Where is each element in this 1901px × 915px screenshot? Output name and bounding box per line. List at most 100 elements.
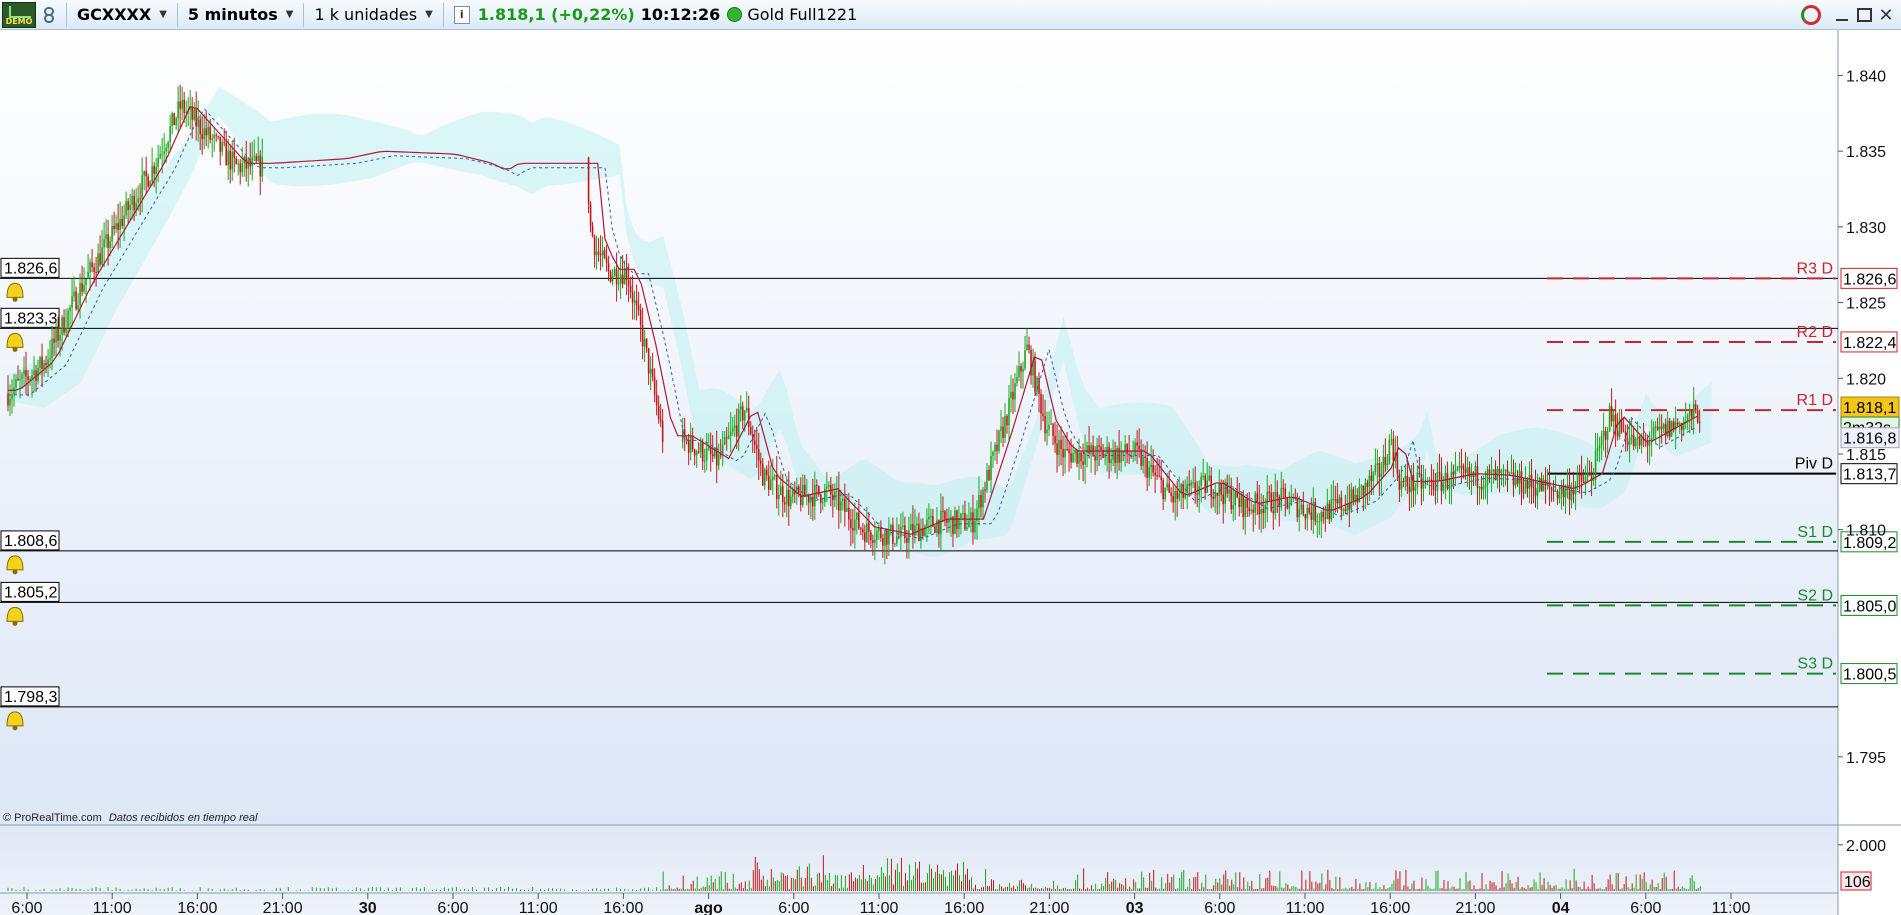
candle-body [1538, 478, 1541, 491]
price-chart[interactable]: 1.826,6 1.823,3 1.808,6 1.805,2 1.798,3 R3 D… [0, 30, 1901, 915]
candle-body [111, 225, 113, 242]
candle-body [1310, 512, 1313, 520]
candle-body [721, 444, 724, 456]
alert-label: 1.798,3 [4, 689, 57, 706]
candle-body [1280, 487, 1283, 508]
candle-body [157, 158, 159, 167]
candle-body [179, 101, 181, 109]
candle-body [1458, 466, 1461, 469]
candle-body [848, 507, 850, 520]
info-icon[interactable]: i [453, 5, 470, 24]
candle-body [1036, 377, 1038, 392]
candle-body [858, 512, 860, 529]
candle-body [1068, 449, 1070, 454]
candle-body [1580, 475, 1583, 482]
candle-body [904, 525, 906, 538]
candle-body [175, 118, 177, 126]
candle-body [791, 489, 794, 497]
candle-body [1248, 507, 1251, 512]
candle-body [611, 275, 614, 282]
window-controls: ✕ [1801, 0, 1897, 30]
units-dropdown[interactable]: 1 k unidades ▼ [308, 1, 438, 29]
candle-body [259, 155, 262, 177]
candle-body [1670, 421, 1673, 437]
candle-body [998, 430, 1000, 452]
candle-body [47, 359, 49, 365]
candle-body [1598, 445, 1601, 449]
candle-body [241, 163, 244, 173]
candle-body [1532, 486, 1535, 489]
pivot-name: R1 D [1797, 392, 1833, 409]
candle-body [51, 338, 53, 358]
candle-body [1308, 507, 1311, 513]
close-button[interactable]: ✕ [1875, 4, 1897, 26]
time-tick-label: 03 [1126, 900, 1144, 915]
candle-body [942, 510, 944, 512]
candle-body [1676, 422, 1679, 425]
candle-body [33, 370, 35, 376]
candle-body [193, 108, 195, 120]
candle-body [137, 198, 139, 203]
candle-body [1516, 477, 1519, 484]
candle-body [914, 525, 916, 536]
minimize-button[interactable] [1831, 4, 1853, 26]
candle-body [125, 201, 127, 216]
candle-body [1250, 509, 1253, 512]
candle-body [1576, 474, 1579, 485]
candle-body [852, 527, 854, 531]
candle-body [639, 310, 642, 325]
candle-body [1352, 489, 1355, 501]
candle-body [1260, 509, 1263, 515]
link-chain-icon[interactable] [38, 4, 60, 26]
candle-body [1188, 483, 1190, 486]
candle-body [1238, 497, 1241, 507]
refresh-icon[interactable] [1801, 5, 1821, 25]
time-tick-label: 11:00 [1286, 900, 1325, 915]
candle-body [635, 300, 638, 306]
candle-body [812, 496, 814, 507]
candle-body [1262, 509, 1265, 513]
candle-body [1192, 482, 1194, 484]
candle-body [115, 223, 117, 230]
candle-body [1038, 377, 1040, 394]
demo-label: DEMO [5, 16, 33, 26]
candle-body [1178, 493, 1180, 499]
candle-body [607, 263, 610, 272]
current-price-label: 1.818,1 [1843, 400, 1896, 417]
candle-body [828, 484, 830, 487]
candle-body [731, 428, 734, 432]
time-tick-label: 16:00 [944, 900, 984, 915]
time-tick-label: ago [694, 900, 723, 915]
candle-body [1408, 486, 1411, 492]
demo-chart-icon[interactable]: DEMO [2, 1, 36, 28]
candle-body [1476, 466, 1479, 488]
candle-body [1364, 482, 1367, 496]
candle-body [1366, 482, 1369, 487]
price-tick-label: 1.840 [1846, 68, 1886, 85]
candle-body [1302, 504, 1305, 515]
candle-body [691, 435, 694, 450]
candle-body [1442, 482, 1445, 491]
credit-note: Datos recibidos en tiempo real [109, 812, 258, 824]
candle-body [1288, 505, 1291, 509]
candle-body [1272, 510, 1275, 514]
instrument-name: Gold Full1221 [747, 5, 858, 24]
candle-body [1486, 469, 1489, 485]
candle-body [619, 274, 622, 284]
candle-body [1014, 383, 1016, 400]
candle-body [87, 271, 89, 279]
symbol-dropdown[interactable]: GCXXXX ▼ [71, 1, 173, 29]
time-tick-label: 6:00 [11, 900, 42, 915]
timeframe-dropdown[interactable]: 5 minutos ▼ [182, 1, 300, 29]
candle-body [1232, 505, 1235, 510]
maximize-button[interactable] [1853, 4, 1875, 26]
pivot-name: S1 D [1797, 524, 1833, 541]
candle-body [191, 106, 193, 120]
candle-body [95, 272, 97, 274]
price-tick-label: 1.810 [1846, 523, 1886, 540]
candle-body [936, 520, 938, 533]
candle-body [1596, 448, 1599, 451]
price-tick-label: 1.825 [1846, 296, 1886, 313]
candle-body [894, 543, 896, 545]
candle-body [968, 520, 970, 528]
